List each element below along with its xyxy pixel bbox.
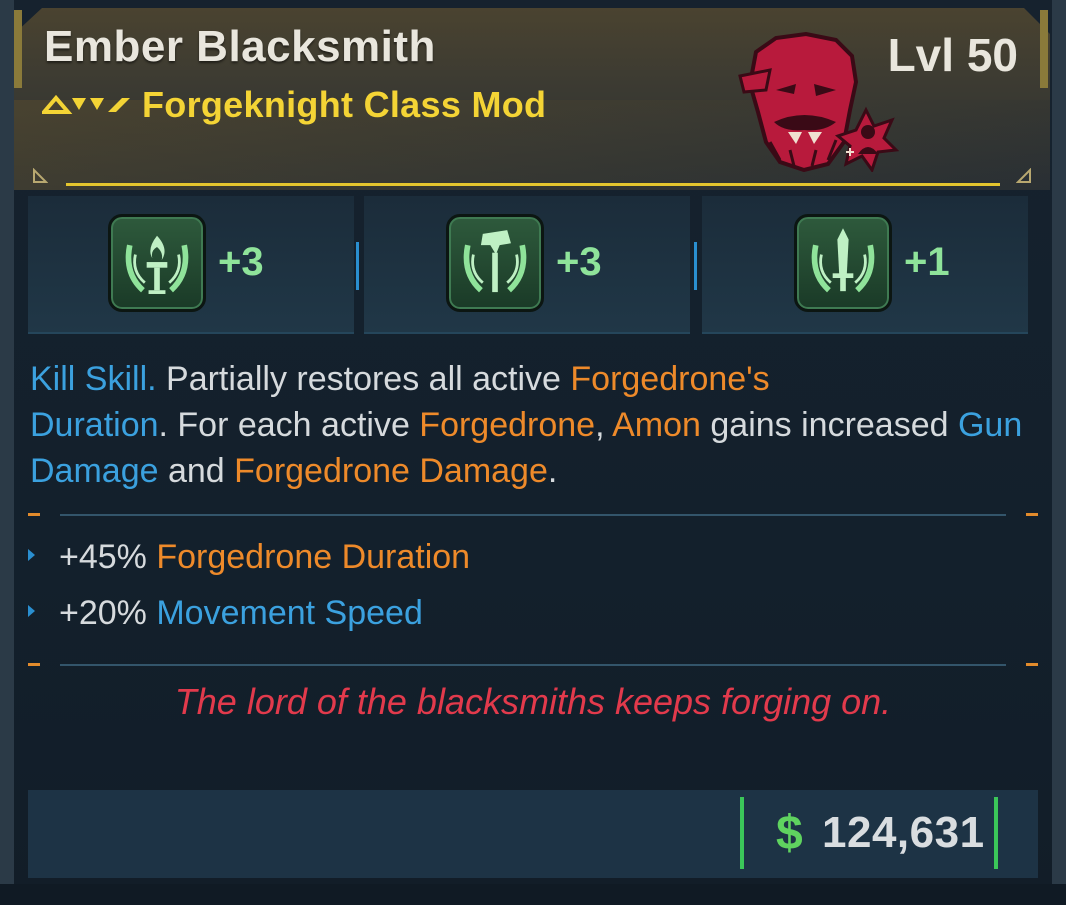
bullet-arrow-icon — [28, 549, 35, 562]
desc-text: gains increased — [700, 406, 958, 444]
flavor-text: The lord of the blacksmiths keeps forgin… — [174, 681, 892, 722]
skill-separator — [356, 242, 359, 290]
corner-right-icon — [1016, 168, 1031, 183]
right-edge — [1052, 0, 1066, 905]
item-level: Lvl 50 — [887, 29, 1018, 81]
item-description: Kill Skill. Partially restores all activ… — [30, 356, 1040, 494]
legendary-chevrons-icon — [42, 94, 130, 114]
skill-bonus-1: +3 — [218, 240, 264, 284]
kill-skill-keyword: Kill Skill. — [30, 360, 157, 398]
forgedrone-keyword: Forgedrone — [419, 406, 596, 444]
divider-dash — [1026, 513, 1038, 516]
divider-dash — [1026, 663, 1038, 666]
skill-bonus-3: +1 — [904, 240, 950, 284]
skill-separator — [694, 242, 697, 290]
bottom-strip — [0, 884, 1066, 905]
desc-text: , — [595, 406, 613, 444]
corner-left-icon — [33, 168, 48, 183]
red-bearded-face-icon — [738, 32, 900, 172]
hammer-skill-icon[interactable] — [446, 214, 544, 312]
left-edge — [0, 0, 14, 905]
item-price: 124,631 — [822, 808, 985, 857]
bullet-arrow-icon — [28, 605, 35, 618]
divider-dash — [28, 663, 40, 666]
item-type: Forgeknight Class Mod — [142, 84, 547, 125]
divider — [60, 664, 1006, 666]
skill-bonus-2: +3 — [556, 240, 602, 284]
header-underline — [66, 183, 1000, 186]
stat-line: +20% Movement Speed — [28, 594, 423, 633]
stat-line: +45% Forgedrone Duration — [28, 538, 470, 577]
stat-label: Forgedrone Duration — [156, 538, 471, 576]
desc-text: . — [547, 452, 558, 490]
divider — [60, 514, 1006, 516]
desc-text: Partially restores all active — [156, 360, 571, 398]
item-name: Ember Blacksmith — [44, 22, 436, 71]
desc-text: . For each active — [158, 406, 420, 444]
sword-skill-icon[interactable] — [794, 214, 892, 312]
flame-torch-skill-icon[interactable] — [108, 214, 206, 312]
dollar-icon: $ — [776, 807, 803, 860]
amon-keyword: Amon — [612, 406, 701, 444]
duration-keyword: Duration — [30, 406, 159, 444]
header-left-marker — [14, 10, 22, 88]
stat-value: +45% — [59, 538, 147, 576]
forgedrone-damage-keyword: Forgedrone Damage — [234, 452, 548, 490]
forgedrone-keyword: Forgedrone's — [570, 360, 770, 398]
header-right-marker — [1040, 10, 1048, 88]
stat-label: Movement Speed — [156, 594, 423, 632]
desc-text: and — [158, 452, 235, 490]
divider-dash — [28, 513, 40, 516]
stat-value: +20% — [59, 594, 147, 632]
